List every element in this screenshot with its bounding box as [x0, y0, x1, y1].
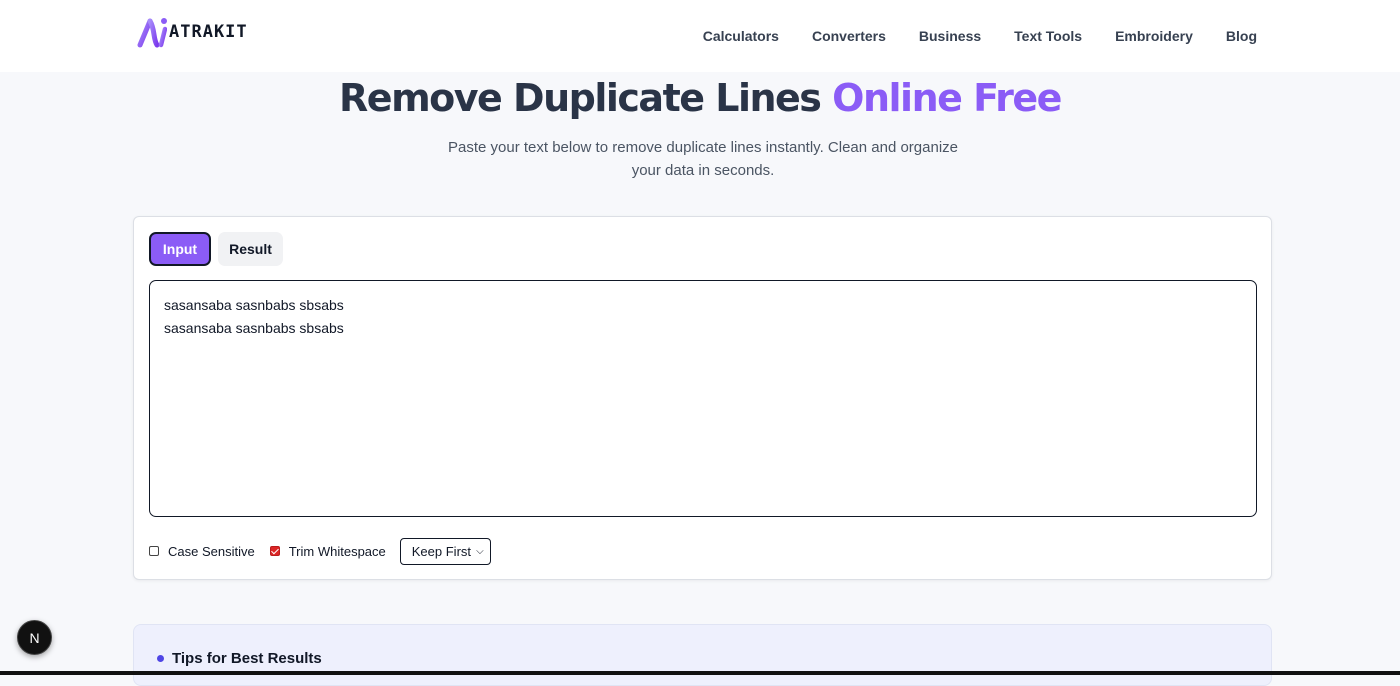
trim-whitespace-option[interactable]: Trim Whitespace: [269, 543, 386, 559]
tool-card: Input Result sasansaba sasnbabs sbsabs s…: [133, 216, 1272, 580]
site-logo[interactable]: ATRAKIT: [137, 15, 248, 49]
nav-text-tools[interactable]: Text Tools: [1014, 27, 1082, 45]
page-subtitle: Paste your text below to remove duplicat…: [447, 139, 958, 179]
case-sensitive-checkbox[interactable]: [149, 546, 159, 556]
keep-mode-value: Keep First: [411, 543, 472, 559]
input-textarea[interactable]: sasansaba sasnbabs sbsabs sasansaba sasn…: [149, 280, 1257, 517]
tips-panel: Tips for Best Results: [133, 624, 1272, 686]
bullet-icon: [157, 655, 164, 662]
main-nav: Calculators Converters Business Text Too…: [670, 27, 1257, 45]
bottom-edge-bar: [0, 671, 1400, 675]
logo-mark-icon: [137, 18, 167, 48]
nav-blog[interactable]: Blog: [1226, 27, 1257, 45]
trim-whitespace-label: Trim Whitespace: [288, 543, 386, 559]
nav-converters[interactable]: Converters: [812, 27, 886, 45]
page-title-accent: Online Free: [832, 76, 1062, 120]
keep-mode-select[interactable]: Keep First ⌵: [399, 537, 491, 565]
case-sensitive-option[interactable]: Case Sensitive: [149, 544, 255, 559]
page-title: Remove Duplicate Lines Online Free: [0, 76, 1400, 120]
page-title-main: Remove Duplicate Lines: [339, 76, 822, 120]
site-header: ATRAKIT Calculators Converters Business …: [0, 0, 1400, 72]
tab-result[interactable]: Result: [218, 232, 283, 266]
nextjs-badge-letter: N: [29, 629, 40, 646]
trim-whitespace-checkbox[interactable]: [269, 546, 280, 556]
nav-calculators[interactable]: Calculators: [703, 27, 779, 45]
logo-text: ATRAKIT: [169, 22, 248, 42]
nextjs-icon[interactable]: N: [17, 620, 52, 655]
nav-embroidery[interactable]: Embroidery: [1115, 27, 1193, 45]
case-sensitive-label: Case Sensitive: [168, 543, 255, 559]
options-row: Case Sensitive Trim Whitespace Keep Firs…: [149, 537, 491, 565]
nav-business[interactable]: Business: [919, 27, 981, 45]
tab-input[interactable]: Input: [149, 232, 211, 266]
tips-title: Tips for Best Results: [172, 650, 322, 667]
chevron-down-icon: ⌵: [476, 545, 484, 557]
